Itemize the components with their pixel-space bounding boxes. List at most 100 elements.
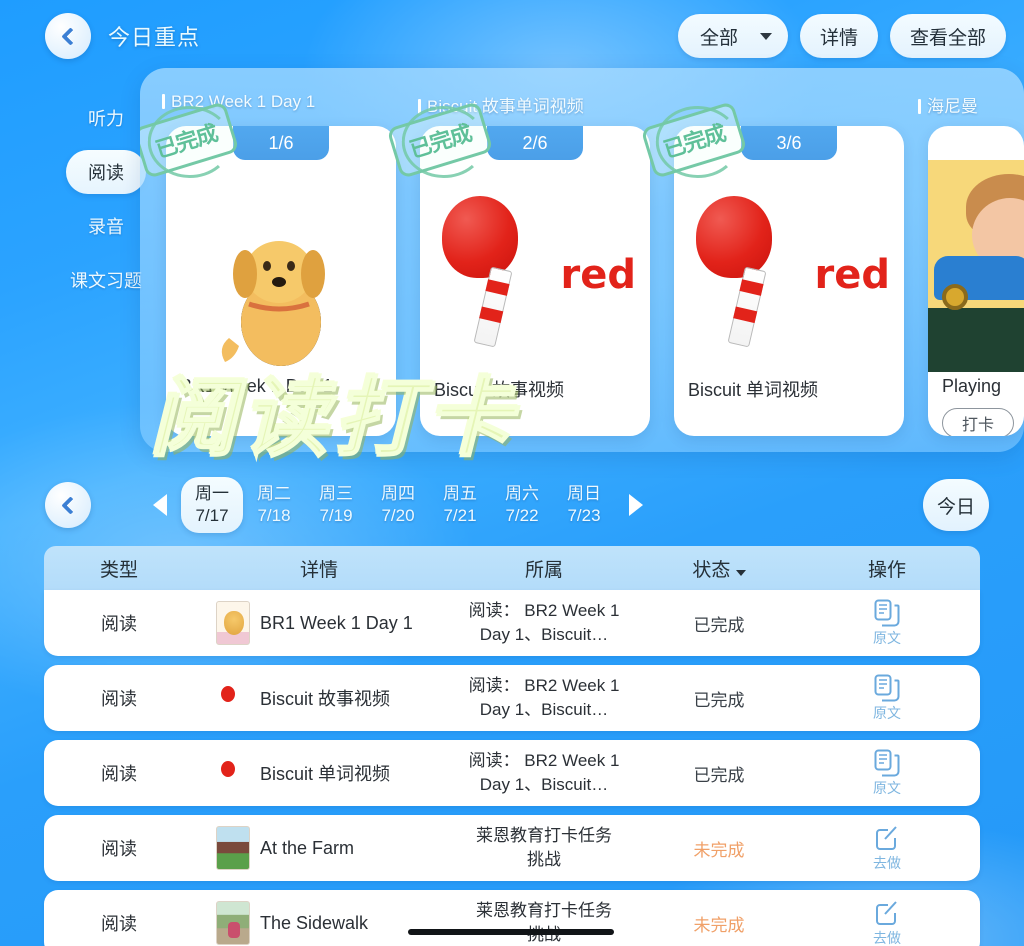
detail-button[interactable]: 详情 — [799, 14, 878, 58]
cell-belong-line1: 莱恩教育打卡任务 — [476, 901, 612, 920]
edit-square-icon[interactable] — [874, 899, 900, 927]
balloon-stick-icon — [727, 266, 767, 348]
date-tab-friday[interactable]: 周五 7/21 — [429, 477, 491, 533]
cell-status: 未完成 — [693, 840, 745, 860]
date-bar: 周一 7/17 周二 7/18 周三 7/19 周四 7/20 周五 7/21 … — [0, 466, 1024, 544]
documents-icon[interactable] — [874, 749, 900, 777]
date-tab-tuesday[interactable]: 周二 7/18 — [243, 477, 305, 533]
cell-detail-text: Biscuit 故事视频 — [260, 689, 391, 709]
triangle-right-icon[interactable] — [629, 494, 643, 516]
cell-detail: Biscuit 单词视频 — [194, 751, 444, 795]
sidebar-item-listening[interactable]: 听力 — [66, 96, 146, 140]
table-row[interactable]: 阅读 BR1 Week 1 Day 1 阅读： BR2 Week 1 Day 1… — [44, 590, 980, 656]
cell-action[interactable]: 去做 — [794, 824, 980, 873]
date-tab-saturday[interactable]: 周六 7/22 — [491, 477, 553, 533]
date-tab-date: 7/17 — [195, 506, 229, 525]
documents-icon[interactable] — [874, 674, 900, 702]
lesson-card[interactable]: 已完成 3/6 red Biscuit 单词视频 — [640, 101, 904, 436]
table-row[interactable]: 阅读 The Sidewalk 莱恩教育打卡任务 挑战 未完成 去做 — [44, 890, 980, 946]
cell-detail: At the Farm — [194, 826, 444, 870]
cell-action[interactable]: 原文 — [794, 674, 980, 723]
date-tab-weekday: 周一 — [195, 484, 229, 503]
cell-action[interactable]: 原文 — [794, 749, 980, 798]
date-tab-sunday[interactable]: 周日 7/23 — [553, 477, 615, 533]
cell-detail: BR1 Week 1 Day 1 — [194, 601, 444, 645]
action-label: 原文 — [873, 704, 901, 721]
cell-belong: 莱恩教育打卡任务 挑战 — [444, 824, 644, 872]
top-bar-actions: 全部 详情 查看全部 — [677, 14, 1006, 58]
baby-illustration — [928, 160, 1024, 372]
column-header-action: 操作 — [867, 559, 906, 581]
date-tab-date: 7/18 — [257, 506, 291, 525]
today-button[interactable]: 今日 — [923, 479, 989, 531]
card-progress-badge: 1/6 — [233, 126, 329, 160]
cell-type: 阅读 — [101, 689, 137, 709]
card-caption: Playing — [942, 376, 1002, 396]
cell-belong: 阅读： BR2 Week 1 Day 1、Biscuit… — [444, 749, 644, 797]
filter-all-dropdown[interactable]: 全部 — [677, 14, 788, 58]
date-tab-weekday: 周六 — [505, 484, 539, 503]
column-header-status-label: 状态 — [692, 559, 731, 581]
column-header-type: 类型 — [99, 559, 138, 581]
lesson-card[interactable]: 已完成 2/6 red Biscuit 故事视频 — [386, 101, 650, 436]
date-tab-thursday[interactable]: 周四 7/20 — [367, 477, 429, 533]
action-label: 原文 — [873, 779, 901, 796]
cell-belong-line2: Day 1、Biscuit… — [479, 625, 609, 644]
checkin-button[interactable]: 打卡 — [942, 408, 1014, 436]
card-progress-badge: 3/6 — [741, 126, 837, 160]
documents-icon[interactable] — [874, 599, 900, 627]
date-tab-date: 7/19 — [319, 506, 353, 525]
view-all-button[interactable]: 查看全部 — [889, 14, 1006, 58]
cell-type: 阅读 — [101, 914, 137, 934]
word-label: red — [814, 252, 891, 298]
table-row[interactable]: 阅读 Biscuit 单词视频 阅读： BR2 Week 1 Day 1、Bis… — [44, 740, 980, 806]
card-caption: BR1 Week 1 Day 1 — [180, 376, 333, 396]
detail-label: 详情 — [819, 27, 858, 49]
cell-detail: Biscuit 故事视频 — [194, 676, 444, 720]
date-tab-monday[interactable]: 周一 7/17 — [181, 477, 243, 533]
edit-square-icon[interactable] — [874, 824, 900, 852]
header-back-button[interactable] — [45, 13, 91, 59]
cell-action[interactable]: 原文 — [794, 599, 980, 648]
balloon-stick-icon — [473, 266, 513, 348]
action-label: 去做 — [873, 929, 901, 946]
cell-belong-line1: 阅读： BR2 Week 1 — [468, 751, 620, 770]
date-tab-weekday: 周五 — [443, 484, 477, 503]
datebar-back-button[interactable] — [45, 482, 91, 528]
sidebar-item-recording[interactable]: 录音 — [66, 204, 146, 248]
date-tab-date: 7/22 — [505, 506, 539, 525]
column-header-status[interactable]: 状态 — [644, 555, 794, 582]
balloon-illustration: red — [674, 160, 904, 372]
triangle-left-icon[interactable] — [153, 494, 167, 516]
lesson-card[interactable]: Playing 打卡 已完成 — [928, 126, 1024, 436]
table-row[interactable]: 阅读 At the Farm 莱恩教育打卡任务 挑战 未完成 去做 — [44, 815, 980, 881]
card-thumbnail — [928, 160, 1024, 372]
scroll-indicator[interactable] — [408, 929, 614, 935]
date-tab-wednesday[interactable]: 周三 7/19 — [305, 477, 367, 533]
table-row[interactable]: 阅读 Biscuit 故事视频 阅读： BR2 Week 1 Day 1、Bis… — [44, 665, 980, 731]
cell-action[interactable]: 去做 — [794, 899, 980, 946]
lesson-cards-row[interactable]: 已完成 1/6 BR1 Week 1 Day 1 已完成 2/6 red Bis… — [140, 101, 1024, 436]
cell-detail: The Sidewalk — [194, 901, 444, 945]
sidebar-item-reading[interactable]: 阅读 — [66, 150, 146, 194]
sort-caret-icon[interactable] — [735, 569, 746, 576]
view-all-label: 查看全部 — [909, 27, 986, 49]
cell-belong-line2: 挑战 — [527, 850, 561, 869]
lesson-card[interactable]: 已完成 1/6 BR1 Week 1 Day 1 — [140, 101, 396, 436]
top-bar: 今日重点 全部 详情 查看全部 — [0, 0, 1024, 72]
action-label: 原文 — [873, 629, 901, 646]
chevron-left-icon — [61, 26, 80, 46]
date-tab-date: 7/23 — [567, 506, 601, 525]
sidebar-item-label: 录音 — [88, 217, 124, 237]
sidebar: 听力 阅读 录音 课文习题 — [66, 96, 146, 302]
cell-detail-text: Biscuit 单词视频 — [260, 764, 391, 784]
balloon-illustration: red — [420, 160, 650, 372]
cell-belong: 莱恩教育打卡任务 挑战 — [444, 899, 644, 946]
cell-type: 阅读 — [101, 764, 137, 784]
tasks-table: 类型 详情 所属 状态 操作 阅读 BR1 Week 1 Day 1 阅读： B… — [44, 546, 980, 946]
filter-all-label: 全部 — [699, 27, 738, 49]
card-caption: Biscuit 故事视频 — [434, 380, 565, 400]
sidebar-item-exercises[interactable]: 课文习题 — [66, 258, 146, 302]
cell-belong-line1: 阅读： BR2 Week 1 — [468, 601, 620, 620]
balloon-icon — [442, 196, 518, 278]
